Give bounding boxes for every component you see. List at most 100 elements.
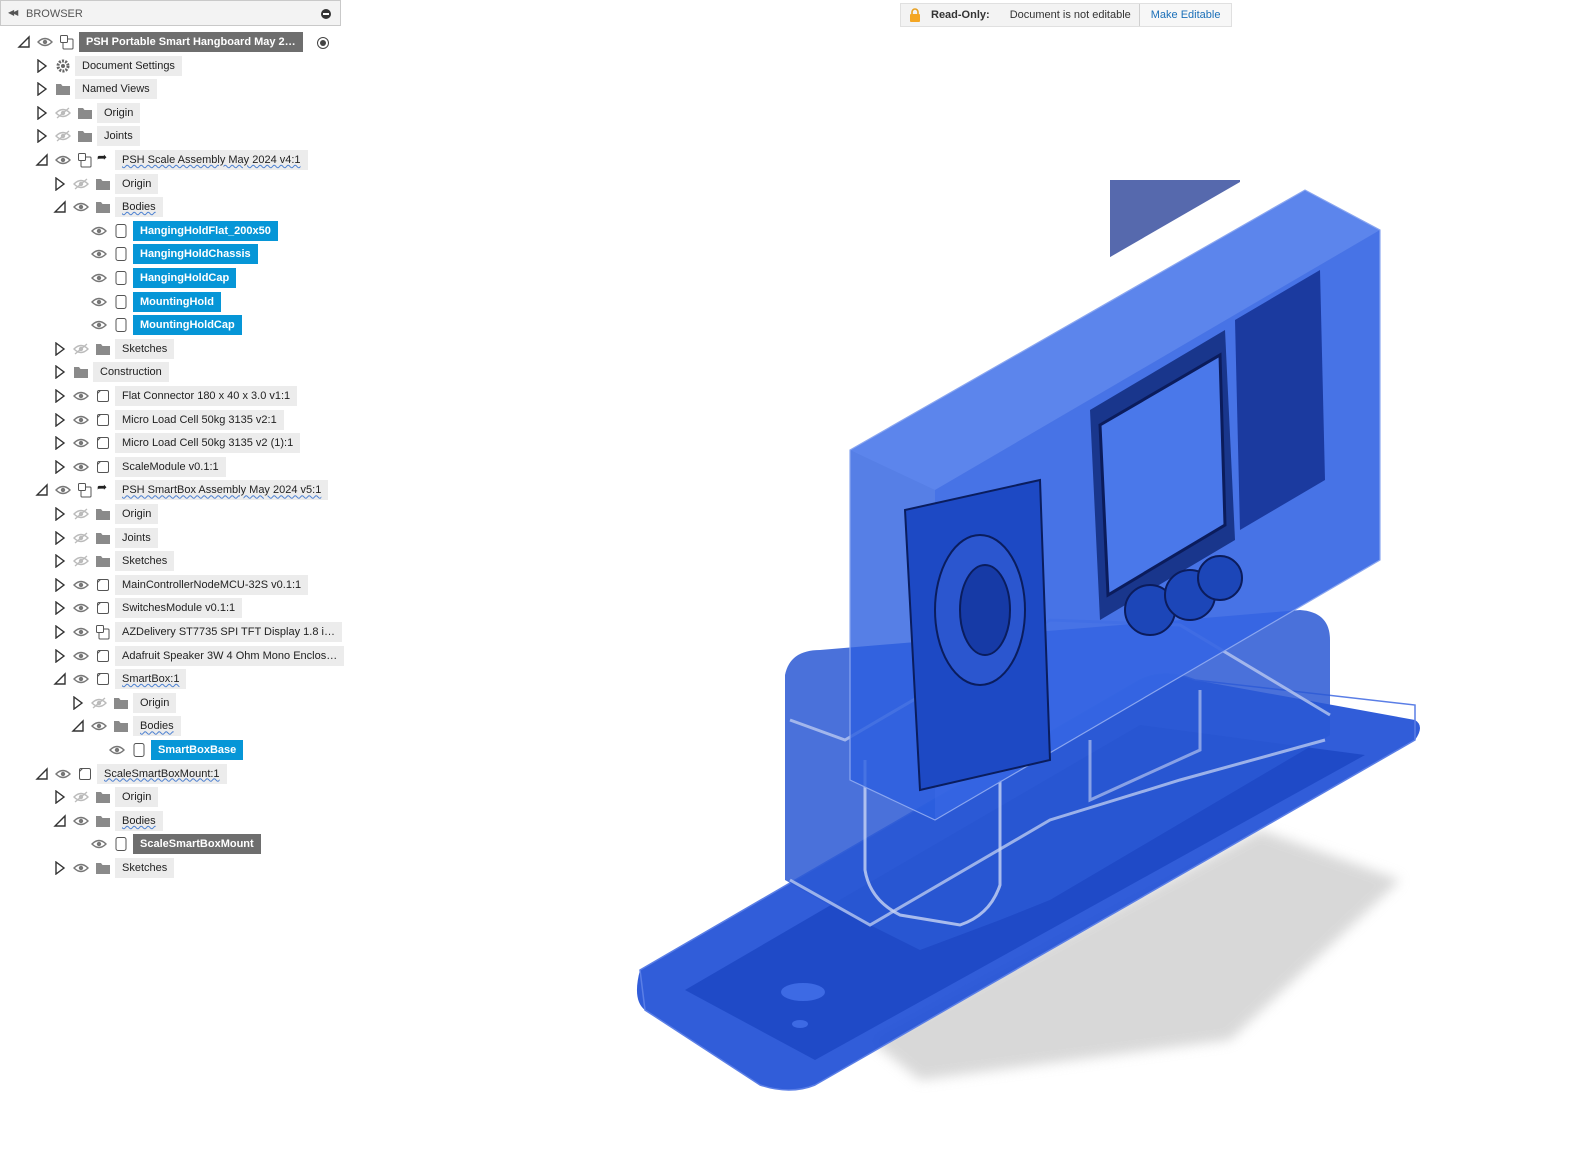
eye-icon[interactable]: [91, 719, 107, 733]
tree-item-label[interactable]: Origin: [115, 173, 159, 194]
expand-arrow-icon[interactable]: [53, 435, 67, 451]
collapse-arrow-icon[interactable]: [53, 672, 67, 686]
eye-hidden-icon[interactable]: [73, 531, 89, 545]
tree-item-label[interactable]: HangingHoldCap: [133, 268, 237, 288]
tree-item-label[interactable]: PSH Scale Assembly May 2024 v4:1: [115, 150, 308, 170]
tree-item-label[interactable]: SmartBoxBase: [151, 740, 244, 760]
eye-icon[interactable]: [91, 837, 107, 851]
collapse-arrow-icon[interactable]: [35, 483, 49, 497]
eye-icon[interactable]: [73, 625, 89, 639]
eye-hidden-icon[interactable]: [73, 177, 89, 191]
eye-icon[interactable]: [73, 814, 89, 828]
eye-hidden-icon[interactable]: [55, 106, 71, 120]
eye-hidden-icon[interactable]: [73, 790, 89, 804]
tree-item-label[interactable]: Sketches: [115, 338, 175, 359]
eye-icon[interactable]: [73, 861, 89, 875]
collapse-arrow-icon[interactable]: [35, 766, 49, 781]
eye-icon[interactable]: [91, 247, 107, 261]
make-editable-button[interactable]: Make Editable: [1138, 4, 1232, 26]
tree-item-label[interactable]: Document Settings: [75, 55, 182, 76]
eye-icon[interactable]: [73, 436, 89, 450]
collapse-arrow-icon[interactable]: [53, 814, 67, 828]
eye-hidden-icon[interactable]: [73, 342, 89, 356]
expand-arrow-icon[interactable]: [53, 553, 67, 569]
eye-icon[interactable]: [73, 389, 89, 403]
expand-arrow-icon[interactable]: [53, 530, 67, 545]
collapse-arrow-icon[interactable]: [17, 35, 31, 49]
tree-item-label[interactable]: Joints: [97, 126, 140, 147]
tree-item-label[interactable]: Named Views: [75, 79, 157, 100]
tree-item-label[interactable]: Origin: [115, 504, 159, 524]
tree-item-label[interactable]: Bodies: [133, 716, 181, 737]
expand-arrow-icon[interactable]: [35, 58, 49, 73]
tree-item-label[interactable]: Sketches: [115, 551, 175, 572]
expand-arrow-icon[interactable]: [53, 341, 67, 357]
eye-icon[interactable]: [73, 413, 89, 427]
eye-icon[interactable]: [55, 483, 71, 497]
tree-item-label[interactable]: Origin: [133, 692, 177, 713]
tree-item-label[interactable]: HangingHoldFlat_200x50: [133, 220, 278, 241]
eye-hidden-icon[interactable]: [91, 696, 107, 710]
eye-icon[interactable]: [91, 271, 107, 285]
tree-item-label[interactable]: Bodies: [115, 810, 163, 831]
expand-arrow-icon[interactable]: [53, 600, 67, 616]
expand-arrow-icon[interactable]: [53, 176, 67, 191]
expand-arrow-icon[interactable]: [53, 648, 67, 663]
expand-arrow-icon[interactable]: [53, 624, 67, 640]
tree-item-label[interactable]: Sketches: [115, 858, 175, 878]
eye-icon[interactable]: [55, 153, 71, 167]
expand-arrow-icon[interactable]: [53, 364, 67, 380]
eye-icon[interactable]: [73, 200, 89, 214]
expand-arrow-icon[interactable]: [53, 459, 67, 475]
eye-hidden-icon[interactable]: [73, 554, 89, 568]
tree-item-label[interactable]: HangingHoldChassis: [133, 244, 258, 265]
expand-arrow-icon[interactable]: [35, 81, 49, 97]
tree-item-label[interactable]: Adafruit Speaker 3W 4 Ohm Mono Enclos…: [115, 645, 345, 666]
panel-options-icon[interactable]: [321, 9, 331, 19]
eye-icon[interactable]: [91, 295, 107, 309]
expand-arrow-icon[interactable]: [35, 128, 49, 144]
tree-item-label[interactable]: Bodies: [115, 197, 163, 218]
tree-item-label[interactable]: PSH Portable Smart Hangboard May 2…: [79, 32, 303, 52]
expand-arrow-icon[interactable]: [53, 577, 67, 593]
tree-item-label[interactable]: Flat Connector 180 x 40 x 3.0 v1:1: [115, 386, 298, 406]
eye-icon[interactable]: [55, 767, 71, 781]
tree-item-label[interactable]: MountingHoldCap: [133, 315, 242, 336]
tree-item-label[interactable]: SwitchesModule v0.1:1: [115, 598, 243, 619]
tree-item-label[interactable]: Joints: [115, 527, 158, 548]
expand-arrow-icon[interactable]: [53, 506, 67, 522]
collapse-arrow-icon[interactable]: [35, 153, 49, 167]
tree-item-label[interactable]: ScaleModule v0.1:1: [115, 456, 226, 477]
eye-hidden-icon[interactable]: [73, 507, 89, 521]
tree-item-label[interactable]: Micro Load Cell 50kg 3135 v2:1: [115, 409, 284, 430]
expand-arrow-icon[interactable]: [53, 388, 67, 404]
tree-item-label[interactable]: AZDelivery ST7735 SPI TFT Display 1.8 i…: [115, 622, 342, 642]
eye-icon[interactable]: [109, 743, 125, 757]
expand-arrow-icon[interactable]: [35, 105, 49, 121]
eye-icon[interactable]: [91, 318, 107, 332]
tree-item-label[interactable]: ScaleSmartBoxMount:1: [97, 763, 227, 784]
expand-arrow-icon[interactable]: [53, 412, 67, 427]
collapse-arrow-icon[interactable]: [53, 200, 67, 214]
eye-icon[interactable]: [73, 649, 89, 663]
collapse-panel-icon[interactable]: ◀◀: [8, 8, 18, 17]
tree-item-label[interactable]: ScaleSmartBoxMount: [133, 834, 261, 855]
tree-item-label[interactable]: SmartBox:1: [115, 669, 187, 690]
tree-item-label[interactable]: Origin: [115, 787, 159, 808]
tree-item-label[interactable]: MountingHold: [133, 291, 221, 312]
tree-item-label[interactable]: MainControllerNodeMCU-32S v0.1:1: [115, 574, 309, 595]
eye-icon[interactable]: [37, 35, 53, 49]
tree-item-label[interactable]: PSH SmartBox Assembly May 2024 v5:1: [115, 480, 329, 501]
eye-icon[interactable]: [73, 672, 89, 686]
expand-arrow-icon[interactable]: [71, 695, 85, 711]
eye-icon[interactable]: [73, 460, 89, 474]
eye-icon[interactable]: [73, 601, 89, 615]
tree-item-label[interactable]: Construction: [93, 362, 169, 383]
activate-radio-icon[interactable]: [317, 37, 329, 49]
tree-item-label[interactable]: Origin: [97, 102, 141, 123]
collapse-arrow-icon[interactable]: [71, 719, 85, 733]
model-viewport[interactable]: [620, 180, 1440, 1110]
eye-icon[interactable]: [91, 224, 107, 238]
eye-icon[interactable]: [73, 578, 89, 592]
expand-arrow-icon[interactable]: [53, 860, 67, 876]
